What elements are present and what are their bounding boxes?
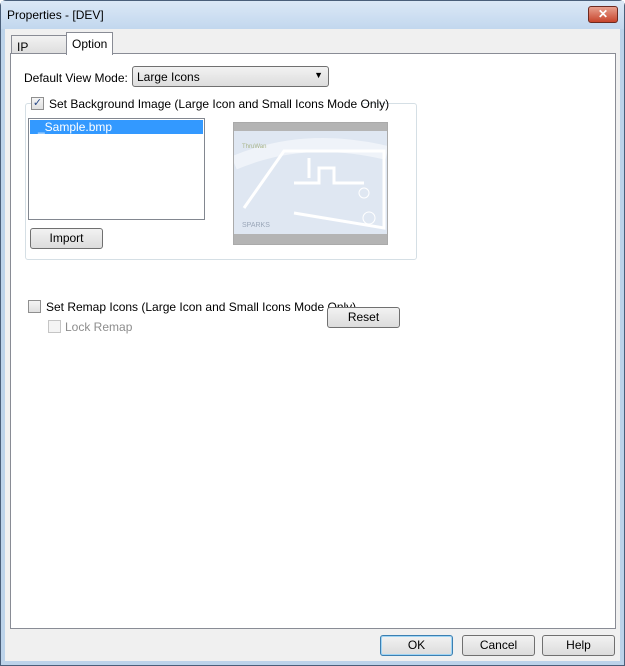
help-button[interactable]: Help [542,635,615,656]
close-icon: ✕ [597,7,609,21]
lock-remap-checkbox[interactable] [48,320,61,333]
remap-icons-label: Set Remap Icons (Large Icon and Small Ic… [46,300,357,314]
import-button[interactable]: Import [30,228,103,249]
list-item[interactable]: _Sample.bmp [30,120,203,134]
reset-button[interactable]: Reset [327,307,400,328]
svg-text:ThruWan: ThruWan [242,144,266,150]
window-title: Properties - [DEV] [7,8,104,22]
lock-remap-label: Lock Remap [65,320,133,334]
tab-ip-range[interactable]: IP Range [11,35,67,68]
tab-option[interactable]: Option [66,32,113,55]
tab-label: Option [72,37,108,51]
cancel-button[interactable]: Cancel [462,635,535,656]
view-mode-dropdown[interactable]: Large Icons ▼ [132,66,329,87]
option-panel: Default View Mode: Large Icons ▼ ✓ Set B… [10,53,616,629]
svg-text:SPARKS: SPARKS [242,222,270,229]
properties-dialog: Properties - [DEV] ✕ IP Range Option Def… [0,0,625,666]
background-image-preview: ThruWan SPARKS [231,122,389,245]
floorplan-image: ThruWan SPARKS [231,123,389,244]
view-mode-label: Default View Mode: [24,71,128,85]
chevron-down-icon: ▼ [314,70,323,80]
client-area: IP Range Option Default View Mode: Large… [5,29,620,661]
title-bar: Properties - [DEV] ✕ [1,1,624,29]
background-image-checkbox[interactable]: ✓ [31,97,44,110]
image-file-list[interactable]: _Sample.bmp [28,118,205,220]
background-image-label: Set Background Image (Large Icon and Sma… [49,97,390,111]
remap-icons-checkbox[interactable] [28,300,41,313]
close-button[interactable]: ✕ [588,6,618,23]
view-mode-value: Large Icons [137,70,200,84]
ok-button[interactable]: OK [380,635,453,656]
